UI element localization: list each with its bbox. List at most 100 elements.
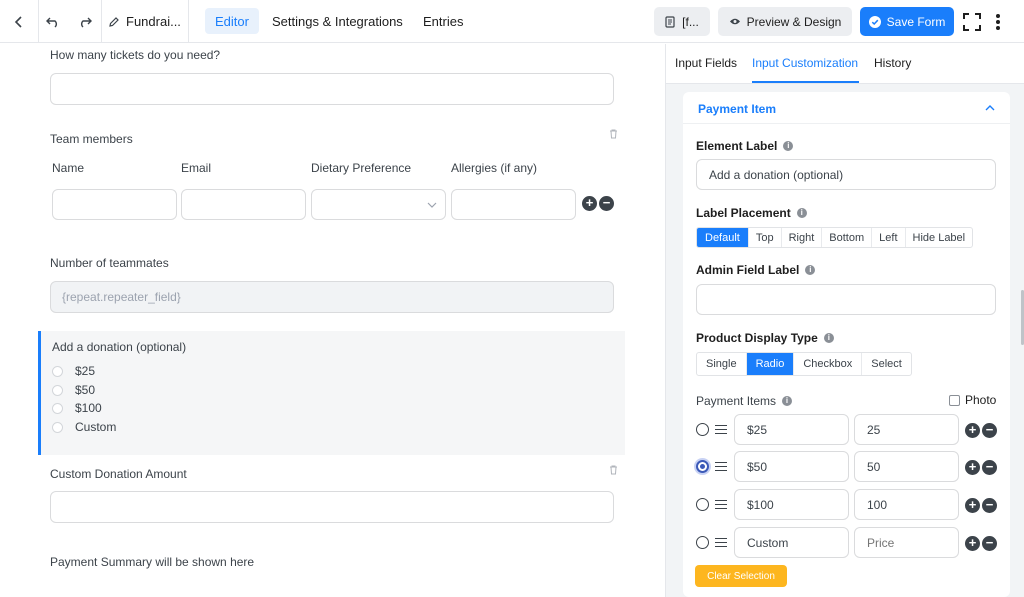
radio-icon bbox=[52, 365, 63, 377]
donation-label: Add a donation (optional) bbox=[52, 340, 187, 354]
form-name[interactable]: Fundrai... bbox=[108, 0, 188, 43]
custom-amount-input[interactable] bbox=[50, 491, 614, 523]
column-allergies: Allergies (if any) bbox=[451, 161, 538, 175]
dietary-select[interactable] bbox=[311, 189, 446, 220]
payment-summary-text: Payment Summary will be shown here bbox=[50, 555, 255, 569]
tab-entries[interactable]: Entries bbox=[413, 8, 473, 34]
undo-icon[interactable] bbox=[40, 0, 66, 43]
allergies-input[interactable] bbox=[451, 189, 576, 220]
radio-icon[interactable] bbox=[696, 536, 709, 549]
info-icon: i bbox=[805, 265, 816, 275]
item-price-input[interactable]: 50 bbox=[854, 451, 959, 482]
team-members-label: Team members bbox=[50, 132, 133, 146]
donation-option[interactable]: Custom bbox=[52, 420, 116, 434]
clear-selection-button[interactable]: Clear Selection bbox=[695, 565, 787, 587]
card-header[interactable]: Payment Item bbox=[683, 92, 1010, 124]
chevron-up-icon[interactable] bbox=[985, 105, 995, 111]
drag-handle-icon[interactable] bbox=[715, 500, 727, 509]
radio-icon[interactable] bbox=[696, 498, 709, 511]
radio-icon bbox=[52, 384, 63, 396]
custom-amount-label: Custom Donation Amount bbox=[50, 467, 187, 481]
item-label-input[interactable]: $100 bbox=[734, 489, 849, 520]
placement-left[interactable]: Left bbox=[872, 228, 906, 247]
teammates-label: Number of teammates bbox=[50, 256, 169, 270]
add-row-icon[interactable]: + bbox=[582, 196, 597, 211]
shortcode-button[interactable]: [f... bbox=[654, 7, 710, 36]
photo-toggle[interactable]: Photo bbox=[949, 393, 996, 407]
trash-icon[interactable] bbox=[608, 129, 618, 140]
tab-input-fields[interactable]: Input Fields bbox=[675, 56, 737, 70]
tab-history[interactable]: History bbox=[874, 56, 911, 70]
tab-settings[interactable]: Settings & Integrations bbox=[262, 8, 413, 34]
radio-icon[interactable] bbox=[696, 423, 709, 436]
fullscreen-icon[interactable] bbox=[960, 0, 984, 43]
add-item-icon[interactable]: + bbox=[965, 423, 980, 438]
save-label: Save Form bbox=[886, 14, 946, 29]
remove-item-icon[interactable]: − bbox=[982, 536, 997, 551]
donation-option[interactable]: $100 bbox=[52, 401, 102, 415]
donation-option[interactable]: $50 bbox=[52, 383, 95, 397]
label-placement-segment: Default Top Right Bottom Left Hide Label bbox=[696, 227, 974, 248]
item-price-input[interactable]: 100 bbox=[854, 489, 959, 520]
add-item-icon[interactable]: + bbox=[965, 498, 980, 513]
payment-items-text: Payment Items bbox=[696, 394, 777, 408]
divider bbox=[38, 0, 39, 43]
option-label: $50 bbox=[75, 383, 96, 397]
display-checkbox[interactable]: Checkbox bbox=[794, 353, 863, 375]
display-select[interactable]: Select bbox=[862, 353, 911, 375]
item-price-input[interactable]: 25 bbox=[854, 414, 959, 445]
remove-item-icon[interactable]: − bbox=[982, 498, 997, 513]
section-title: Payment Item bbox=[698, 102, 777, 116]
payment-items-heading: Payment Items i bbox=[696, 394, 793, 408]
item-label-input[interactable]: $25 bbox=[734, 414, 849, 445]
pencil-icon bbox=[109, 16, 119, 27]
item-label-input[interactable]: Custom bbox=[734, 527, 849, 558]
display-radio[interactable]: Radio bbox=[746, 353, 795, 375]
donation-option[interactable]: $25 bbox=[52, 364, 95, 378]
active-tab-underline bbox=[752, 81, 859, 83]
team-email-input[interactable] bbox=[181, 189, 306, 220]
element-label-heading: Element Label i bbox=[696, 139, 794, 153]
team-name-input[interactable] bbox=[52, 189, 177, 220]
element-label-input[interactable]: Add a donation (optional) bbox=[696, 159, 996, 190]
drag-handle-icon[interactable] bbox=[715, 462, 727, 471]
more-options-icon[interactable] bbox=[990, 0, 1006, 43]
display-type-heading: Product Display Type i bbox=[696, 331, 834, 345]
placement-top[interactable]: Top bbox=[749, 228, 782, 247]
tab-editor[interactable]: Editor bbox=[205, 8, 259, 34]
placement-right[interactable]: Right bbox=[782, 228, 823, 247]
item-price-input[interactable] bbox=[854, 527, 959, 558]
remove-item-icon[interactable]: − bbox=[982, 423, 997, 438]
column-dietary: Dietary Preference bbox=[311, 161, 412, 175]
info-icon: i bbox=[823, 333, 834, 343]
back-icon[interactable] bbox=[0, 0, 38, 43]
item-label-input[interactable]: $50 bbox=[734, 451, 849, 482]
admin-label-text: Admin Field Label bbox=[696, 263, 800, 277]
remove-item-icon[interactable]: − bbox=[982, 460, 997, 475]
drag-handle-icon[interactable] bbox=[715, 425, 727, 434]
radio-icon bbox=[52, 402, 63, 414]
column-email: Email bbox=[181, 161, 212, 175]
radio-selected-icon[interactable] bbox=[696, 460, 709, 473]
top-bar: Fundrai... Editor Settings & Integration… bbox=[0, 0, 1024, 43]
admin-label-input[interactable] bbox=[696, 284, 996, 315]
trash-icon[interactable] bbox=[608, 465, 618, 476]
chevron-down-icon bbox=[427, 202, 437, 208]
tickets-input[interactable] bbox=[50, 73, 614, 105]
add-item-icon[interactable]: + bbox=[965, 536, 980, 551]
save-form-button[interactable]: Save Form bbox=[860, 7, 954, 36]
placement-hide-label[interactable]: Hide Label bbox=[906, 228, 973, 247]
tickets-label: How many tickets do you need? bbox=[50, 48, 221, 62]
add-item-icon[interactable]: + bbox=[965, 460, 980, 475]
option-label: $25 bbox=[75, 364, 96, 378]
placement-default[interactable]: Default bbox=[697, 228, 749, 247]
redo-icon[interactable] bbox=[72, 0, 98, 43]
drag-handle-icon[interactable] bbox=[715, 538, 727, 547]
placement-bottom[interactable]: Bottom bbox=[822, 228, 873, 247]
checkbox-icon bbox=[949, 394, 960, 406]
display-single[interactable]: Single bbox=[697, 353, 747, 375]
tab-input-customization[interactable]: Input Customization bbox=[752, 56, 858, 70]
preview-design-button[interactable]: Preview & Design bbox=[718, 7, 852, 36]
remove-row-icon[interactable]: − bbox=[599, 196, 614, 211]
payment-item-card: Payment Item Element Label i Add a donati… bbox=[683, 92, 1010, 597]
